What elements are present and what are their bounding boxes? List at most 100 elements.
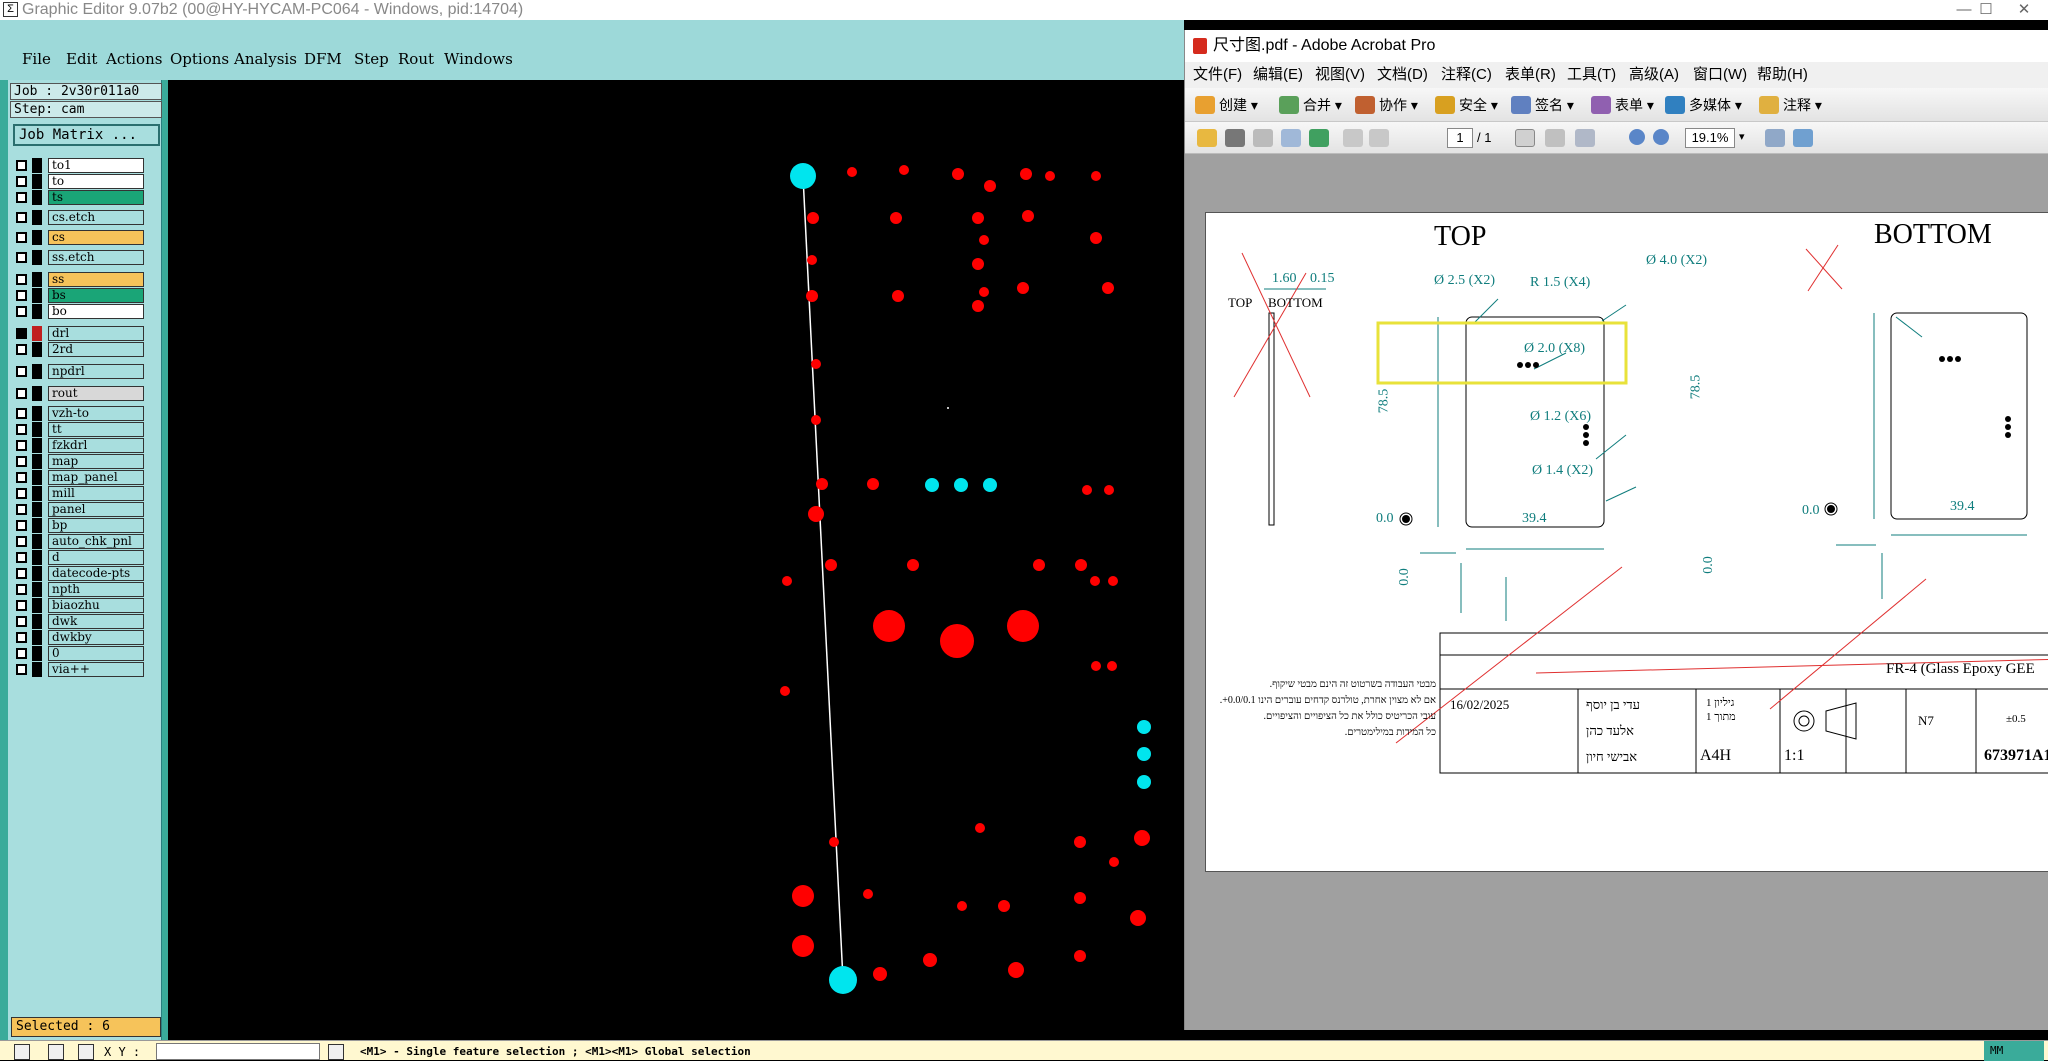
zoom-tool-icon-ac[interactable] xyxy=(1575,129,1595,147)
pad[interactable] xyxy=(925,478,939,492)
layer-row-datecode-pts[interactable]: datecode-pts xyxy=(12,566,144,581)
pad[interactable] xyxy=(867,478,879,490)
layer-row-vzh-to[interactable]: vzh-to xyxy=(12,406,144,421)
select-cursor-icon[interactable] xyxy=(1515,129,1535,147)
layer-row-bo[interactable]: bo xyxy=(12,304,144,319)
layer-name[interactable]: drl xyxy=(48,326,144,341)
layer-row-via++[interactable]: via++ xyxy=(12,662,144,677)
forms-button[interactable]: 表单 ▾ xyxy=(1591,96,1654,114)
pad[interactable] xyxy=(1107,661,1117,671)
pad[interactable] xyxy=(998,900,1010,912)
pad[interactable] xyxy=(954,478,968,492)
pad[interactable] xyxy=(1130,910,1146,926)
layer-checkbox[interactable] xyxy=(16,472,27,483)
layer-checkbox[interactable] xyxy=(16,488,27,499)
comment-button[interactable]: 注释 ▾ xyxy=(1759,96,1822,114)
layer-checkbox[interactable] xyxy=(16,616,27,627)
layer-checkbox[interactable] xyxy=(16,408,27,419)
layer-name[interactable]: d xyxy=(48,550,144,565)
ac-menu-edit[interactable]: 编辑(E) xyxy=(1253,62,1303,88)
info-icon[interactable] xyxy=(328,1044,344,1060)
pad[interactable] xyxy=(792,935,814,957)
layer-name[interactable]: bs xyxy=(48,288,144,303)
menu-options[interactable]: Options xyxy=(170,50,229,68)
layer-row-panel[interactable]: panel xyxy=(12,502,144,517)
layer-name[interactable]: bp xyxy=(48,518,144,533)
layer-checkbox[interactable] xyxy=(16,388,27,399)
layer-row-ts[interactable]: ts xyxy=(12,190,144,205)
create-button[interactable]: 创建 ▾ xyxy=(1195,96,1258,114)
select-tool-icon[interactable] xyxy=(14,1044,30,1060)
pad[interactable] xyxy=(1007,610,1039,642)
pad[interactable] xyxy=(1033,559,1045,571)
maximize-icon[interactable]: ☐ xyxy=(1966,0,2006,20)
pad[interactable] xyxy=(811,359,821,369)
zoom-dropdown-icon[interactable]: ▾ xyxy=(1739,130,1745,143)
menu-analysis[interactable]: Analysis xyxy=(234,50,297,68)
pad[interactable] xyxy=(873,610,905,642)
pad[interactable] xyxy=(923,953,937,967)
layer-name[interactable]: via++ xyxy=(48,662,144,677)
pad[interactable] xyxy=(1137,775,1151,789)
layer-name[interactable]: cs.etch xyxy=(48,210,144,225)
pad[interactable] xyxy=(829,966,857,994)
pad[interactable] xyxy=(1074,892,1086,904)
zoom-in-icon[interactable] xyxy=(1653,129,1669,145)
xy-input[interactable] xyxy=(156,1043,320,1060)
layer-checkbox[interactable] xyxy=(16,568,27,579)
layer-row-d[interactable]: d xyxy=(12,550,144,565)
layer-row-tt[interactable]: tt xyxy=(12,422,144,437)
email-icon[interactable] xyxy=(1281,129,1301,147)
layer-name[interactable]: bo xyxy=(48,304,144,319)
layer-name[interactable]: map xyxy=(48,454,144,469)
pad[interactable] xyxy=(892,290,904,302)
layer-row-dwkby[interactable]: dwkby xyxy=(12,630,144,645)
layer-checkbox[interactable] xyxy=(16,600,27,611)
pad[interactable] xyxy=(825,559,837,571)
next-page-icon[interactable] xyxy=(1369,129,1389,147)
layer-checkbox[interactable] xyxy=(16,328,27,339)
fit-page-icon[interactable] xyxy=(1765,129,1785,147)
pad[interactable] xyxy=(790,163,816,189)
layer-name[interactable]: npdrl xyxy=(48,364,144,379)
pad[interactable] xyxy=(1108,576,1118,586)
pad[interactable] xyxy=(1137,747,1151,761)
layer-name[interactable]: fzkdrl xyxy=(48,438,144,453)
layer-checkbox[interactable] xyxy=(16,584,27,595)
pad[interactable] xyxy=(1137,720,1151,734)
layer-checkbox[interactable] xyxy=(16,274,27,285)
layer-row-map[interactable]: map xyxy=(12,454,144,469)
pad[interactable] xyxy=(979,287,989,297)
layer-checkbox[interactable] xyxy=(16,344,27,355)
layer-checkbox[interactable] xyxy=(16,552,27,563)
sign-button[interactable]: 签名 ▾ xyxy=(1511,96,1574,114)
pad[interactable] xyxy=(1082,485,1092,495)
layer-row-drl[interactable]: drl xyxy=(12,326,144,341)
layer-row-ss.etch[interactable]: ss.etch xyxy=(12,250,144,265)
layer-name[interactable]: panel xyxy=(48,502,144,517)
ac-menu-comments[interactable]: 注释(C) xyxy=(1441,62,1492,88)
pad[interactable] xyxy=(957,901,967,911)
layer-row-npdrl[interactable]: npdrl xyxy=(12,364,144,379)
layer-row-2rd[interactable]: 2rd xyxy=(12,342,144,357)
layer-row-auto_chk_pnl[interactable]: auto_chk_pnl xyxy=(12,534,144,549)
pad[interactable] xyxy=(873,967,887,981)
layer-name[interactable]: datecode-pts xyxy=(48,566,144,581)
layer-row-biaozhu[interactable]: biaozhu xyxy=(12,598,144,613)
pad[interactable] xyxy=(1109,857,1119,867)
pad[interactable] xyxy=(1074,950,1086,962)
close-icon[interactable]: ✕ xyxy=(2004,0,2044,20)
layer-row-bp[interactable]: bp xyxy=(12,518,144,533)
pad[interactable] xyxy=(807,255,817,265)
menu-actions[interactable]: Actions xyxy=(106,50,162,68)
layer-checkbox[interactable] xyxy=(16,306,27,317)
layer-row-dwk[interactable]: dwk xyxy=(12,614,144,629)
layer-name[interactable]: vzh-to xyxy=(48,406,144,421)
pad[interactable] xyxy=(972,212,984,224)
fit-width-icon[interactable] xyxy=(1793,129,1813,147)
layer-name[interactable]: rout xyxy=(48,386,144,401)
zoom-tool-icon[interactable] xyxy=(48,1044,64,1060)
layer-checkbox[interactable] xyxy=(16,176,27,187)
pad[interactable] xyxy=(1017,282,1029,294)
pad[interactable] xyxy=(808,506,824,522)
